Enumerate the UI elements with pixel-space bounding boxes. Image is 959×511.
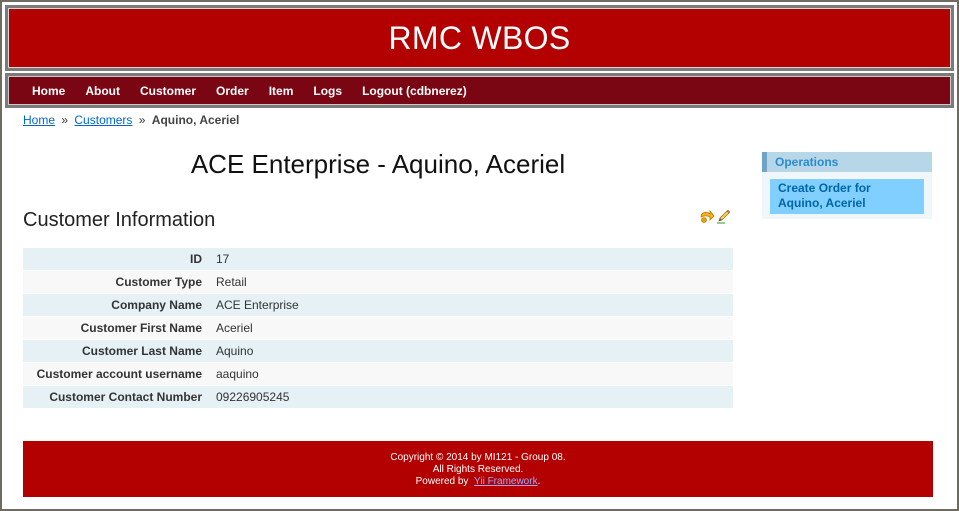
row-value: Retail xyxy=(216,275,247,289)
menu-item-order[interactable]: Order xyxy=(216,84,249,98)
row-value: 17 xyxy=(216,252,230,266)
breadcrumb-customers-link[interactable]: Customers xyxy=(74,113,132,127)
menu-item-about[interactable]: About xyxy=(85,84,120,98)
yii-framework-link[interactable]: Yii Framework xyxy=(474,476,538,487)
footer-rights: All Rights Reserved. xyxy=(432,464,524,475)
row-label: ID xyxy=(190,252,202,266)
main-menu: Home About Customer Order Item Logs Logo… xyxy=(5,73,954,108)
section-title: Customer Information xyxy=(23,209,216,231)
footer-powered-suffix: . xyxy=(537,476,541,487)
breadcrumb-separator: » xyxy=(61,113,69,127)
page-title: ACE Enterprise - Aquino, Aceriel xyxy=(190,149,566,179)
breadcrumb-separator: » xyxy=(138,113,146,127)
row-value: 09226905245 xyxy=(216,390,290,404)
table-row: ID 17 xyxy=(23,248,733,271)
footer-powered-prefix: Powered by xyxy=(415,476,469,487)
row-label: Customer First Name xyxy=(80,321,202,335)
table-row: Customer Contact Number 09226905245 xyxy=(23,385,733,409)
back-arrow-icon[interactable] xyxy=(699,208,715,224)
site-footer: Copyright © 2014 by MI121 - Group 08. Al… xyxy=(23,441,933,497)
table-row: Customer First Name Aceriel xyxy=(23,316,733,340)
header-banner: RMC WBOS xyxy=(8,8,951,68)
portlet-title: Operations xyxy=(762,152,932,172)
menu-item-item[interactable]: Item xyxy=(269,84,294,98)
table-row: Customer account username aaquino xyxy=(23,362,733,386)
main-menu-bar: Home About Customer Order Item Logs Logo… xyxy=(8,76,951,105)
breadcrumb: Home » Customers » Aquino, Aceriel xyxy=(23,113,239,127)
site-header: RMC WBOS xyxy=(5,5,954,71)
menu-item-logs[interactable]: Logs xyxy=(313,84,342,98)
menu-item-home[interactable]: Home xyxy=(32,84,65,98)
breadcrumb-current: Aquino, Aceriel xyxy=(151,113,240,127)
sidebar-operations-portlet: Operations Create Order for Aquino, Acer… xyxy=(762,152,932,219)
row-label: Customer Last Name xyxy=(81,344,202,358)
row-label: Customer Type xyxy=(115,275,202,289)
row-label: Customer Contact Number xyxy=(49,390,202,404)
table-row: Company Name ACE Enterprise xyxy=(23,293,733,317)
customer-detail-table: ID 17 Customer Type Retail Company Name … xyxy=(23,248,733,409)
table-row: Customer Last Name Aquino xyxy=(23,339,733,363)
menu-item-customer[interactable]: Customer xyxy=(140,84,196,98)
row-label: Company Name xyxy=(111,298,202,312)
row-value: Aquino xyxy=(216,344,254,358)
footer-powered: Powered by Yii Framework. xyxy=(23,476,933,488)
menu-item-logout[interactable]: Logout (cdbnerez) xyxy=(362,84,467,98)
row-label: Customer account username xyxy=(36,367,202,381)
breadcrumb-home-link[interactable]: Home xyxy=(23,113,55,127)
row-value: ACE Enterprise xyxy=(216,298,299,312)
site-logo: RMC WBOS xyxy=(388,19,571,56)
create-order-link[interactable]: Create Order for Aquino, Aceriel xyxy=(770,179,924,214)
table-row: Customer Type Retail xyxy=(23,270,733,294)
row-value: aaquino xyxy=(216,367,259,381)
row-value: Aceriel xyxy=(216,321,253,335)
footer-copyright: Copyright © 2014 by MI121 - Group 08. xyxy=(390,452,566,463)
pencil-edit-icon[interactable] xyxy=(716,208,732,224)
page-container: RMC WBOS Home About Customer Order Item … xyxy=(2,2,957,509)
record-actions xyxy=(699,208,732,224)
